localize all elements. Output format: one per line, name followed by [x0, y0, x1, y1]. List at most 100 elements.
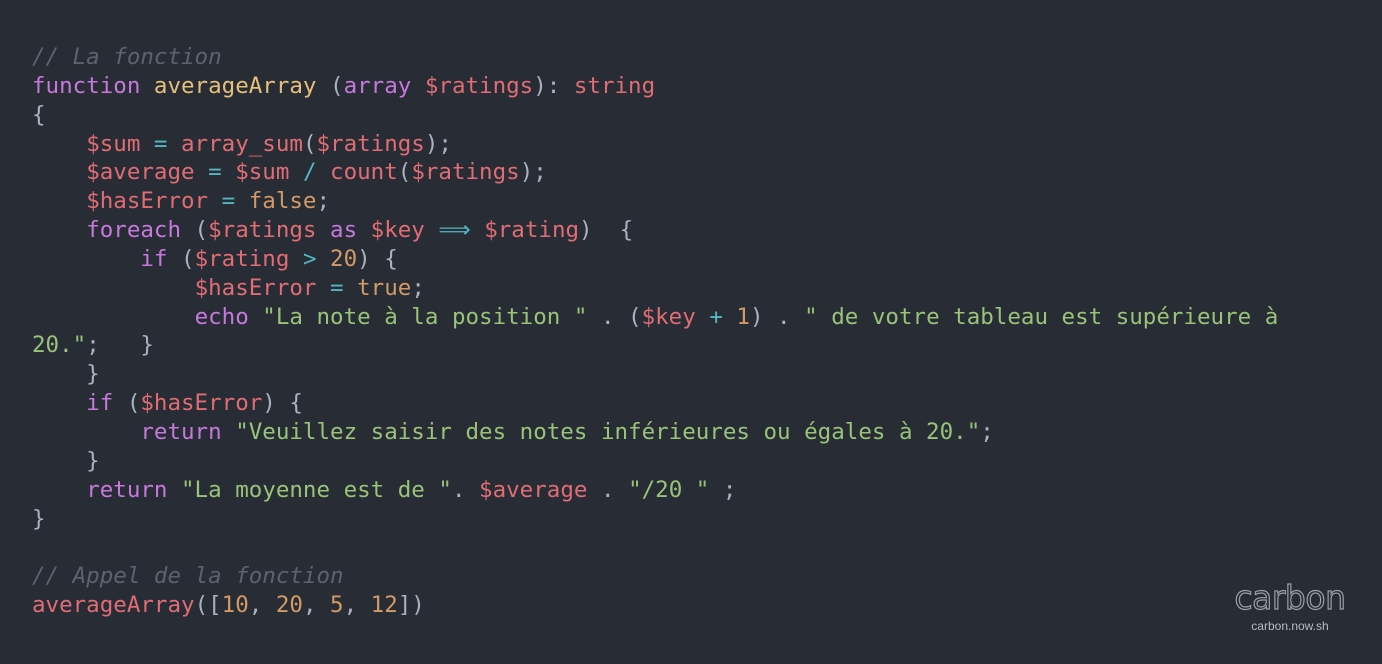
code-line: return "La moyenne est de ". $average . … [32, 476, 1278, 505]
code-token-boolean: false [248, 188, 317, 215]
code-token-operator: = [330, 274, 344, 301]
code-line: } [32, 505, 1278, 534]
code-line: return "Veuillez saisir des notes inféri… [32, 418, 1278, 447]
code-token-default: ; [411, 274, 425, 301]
code-line: $average = $sum / count($ratings); [32, 158, 1278, 187]
code-token-operator: / [302, 159, 317, 186]
code-line: // Appel de la fonction [32, 562, 1278, 591]
code-token-string: "La moyenne est de " [181, 476, 452, 503]
code-token-default: ); [424, 130, 452, 157]
code-token-function: averageArray [153, 72, 317, 99]
code-token-default: ; [316, 188, 331, 215]
code-token-default: ( [113, 390, 141, 417]
code-token-number: 20 [330, 245, 358, 272]
code-token-number: 5 [330, 592, 344, 619]
code-token-number: 12 [370, 592, 398, 619]
code-token-default [32, 188, 86, 214]
code-line: averageArray([10, 20, 5, 12]) [32, 591, 1278, 620]
code-token-default: . [451, 476, 480, 503]
code-line: if ($rating > 20) { [32, 245, 1278, 274]
code-line: echo "La note à la position " . ($key + … [32, 303, 1279, 332]
code-token-keyword: return [140, 418, 222, 445]
code-token-string: 20." [32, 332, 87, 359]
code-token-keyword: echo [194, 303, 249, 330]
code-token-default [32, 390, 86, 416]
code-token-variable: $rating [484, 217, 580, 244]
code-token-default: ([ [194, 592, 222, 619]
code-token-default: ( [181, 217, 209, 244]
code-block: // La fonction function averageArray (arr… [32, 43, 1278, 620]
code-token-variable: $key [370, 217, 425, 244]
code-line: $sum = array_sum($ratings); [32, 130, 1278, 159]
code-token-variable: $sum [86, 130, 141, 157]
code-token-default [316, 246, 330, 272]
code-token-string: "La note à la position " [262, 303, 588, 330]
code-token-variable: $ratings [424, 72, 534, 99]
code-token-keyword: if [86, 390, 114, 417]
code-token-default [32, 304, 195, 330]
carbon-code-window: // La fonction function averageArray (arr… [0, 0, 1382, 664]
code-token-default: ) { [262, 390, 303, 417]
code-token-default [344, 275, 358, 301]
code-token-default: , [248, 592, 276, 619]
code-token-keyword: function [32, 72, 141, 99]
code-line: { [32, 101, 1278, 130]
code-token-string: "/20 " [628, 476, 710, 503]
code-token-default: ( [167, 245, 195, 272]
code-token-default: { [32, 101, 46, 128]
code-token-variable: $ratings [411, 159, 520, 186]
code-token-keyword: foreach [86, 217, 182, 244]
code-token-variable: $ratings [208, 217, 317, 244]
code-token-default [32, 419, 140, 445]
code-token-keyword: as [330, 217, 358, 244]
code-token-variable: $rating [194, 245, 290, 272]
code-token-call: array_sum [181, 130, 303, 157]
code-token-default [140, 131, 154, 157]
code-token-default: ( [397, 159, 412, 186]
code-token-number: 20 [275, 592, 303, 619]
code-token-default: ; } [86, 332, 154, 359]
code-token-boolean: true [357, 274, 412, 301]
code-token-default [723, 304, 737, 330]
code-token-default [32, 131, 86, 157]
code-token-default: } [32, 361, 100, 388]
code-token-default: ]) [397, 592, 425, 619]
code-token-operator: ⟹ [438, 217, 471, 244]
code-token-default [195, 159, 209, 185]
code-token-default [140, 73, 154, 99]
code-token-default [32, 246, 140, 272]
code-token-number: 1 [736, 303, 750, 330]
code-token-variable: $hasError [86, 188, 209, 215]
code-token-default [235, 188, 249, 214]
code-token-default [32, 217, 86, 243]
code-token-comment: // La fonction [32, 44, 222, 70]
code-line: foreach ($ratings as $key ⟹ $rating) { [32, 216, 1278, 245]
code-token-variable: $hasError [194, 274, 317, 301]
code-token-default [167, 477, 181, 503]
code-token-default: , [343, 592, 371, 619]
code-token-default: ( [302, 130, 317, 157]
code-token-default: } [32, 447, 100, 474]
carbon-url: carbon.now.sh [1251, 619, 1329, 633]
code-token-operator: = [208, 159, 222, 186]
code-token-default: ( [316, 72, 344, 99]
code-token-default [316, 275, 330, 301]
code-token-default [411, 73, 425, 99]
code-token-variable: $average [86, 159, 195, 186]
code-token-call: count [330, 159, 398, 186]
code-token-default [425, 217, 439, 243]
code-token-number: 10 [221, 592, 249, 619]
code-token-variable: $hasError [140, 390, 263, 417]
code-token-variable: $average [479, 476, 588, 503]
code-token-default: ; [980, 418, 994, 445]
code-token-default: , [302, 592, 331, 619]
code-token-operator: = [153, 130, 168, 157]
code-token-default [222, 419, 236, 445]
code-line: } [32, 447, 1278, 476]
code-line: if ($hasError) { [32, 389, 1278, 418]
code-token-default [471, 217, 485, 243]
code-token-default: ) . [749, 303, 805, 330]
code-token-default: . ( [587, 303, 642, 330]
code-token-keyword: if [140, 245, 168, 272]
